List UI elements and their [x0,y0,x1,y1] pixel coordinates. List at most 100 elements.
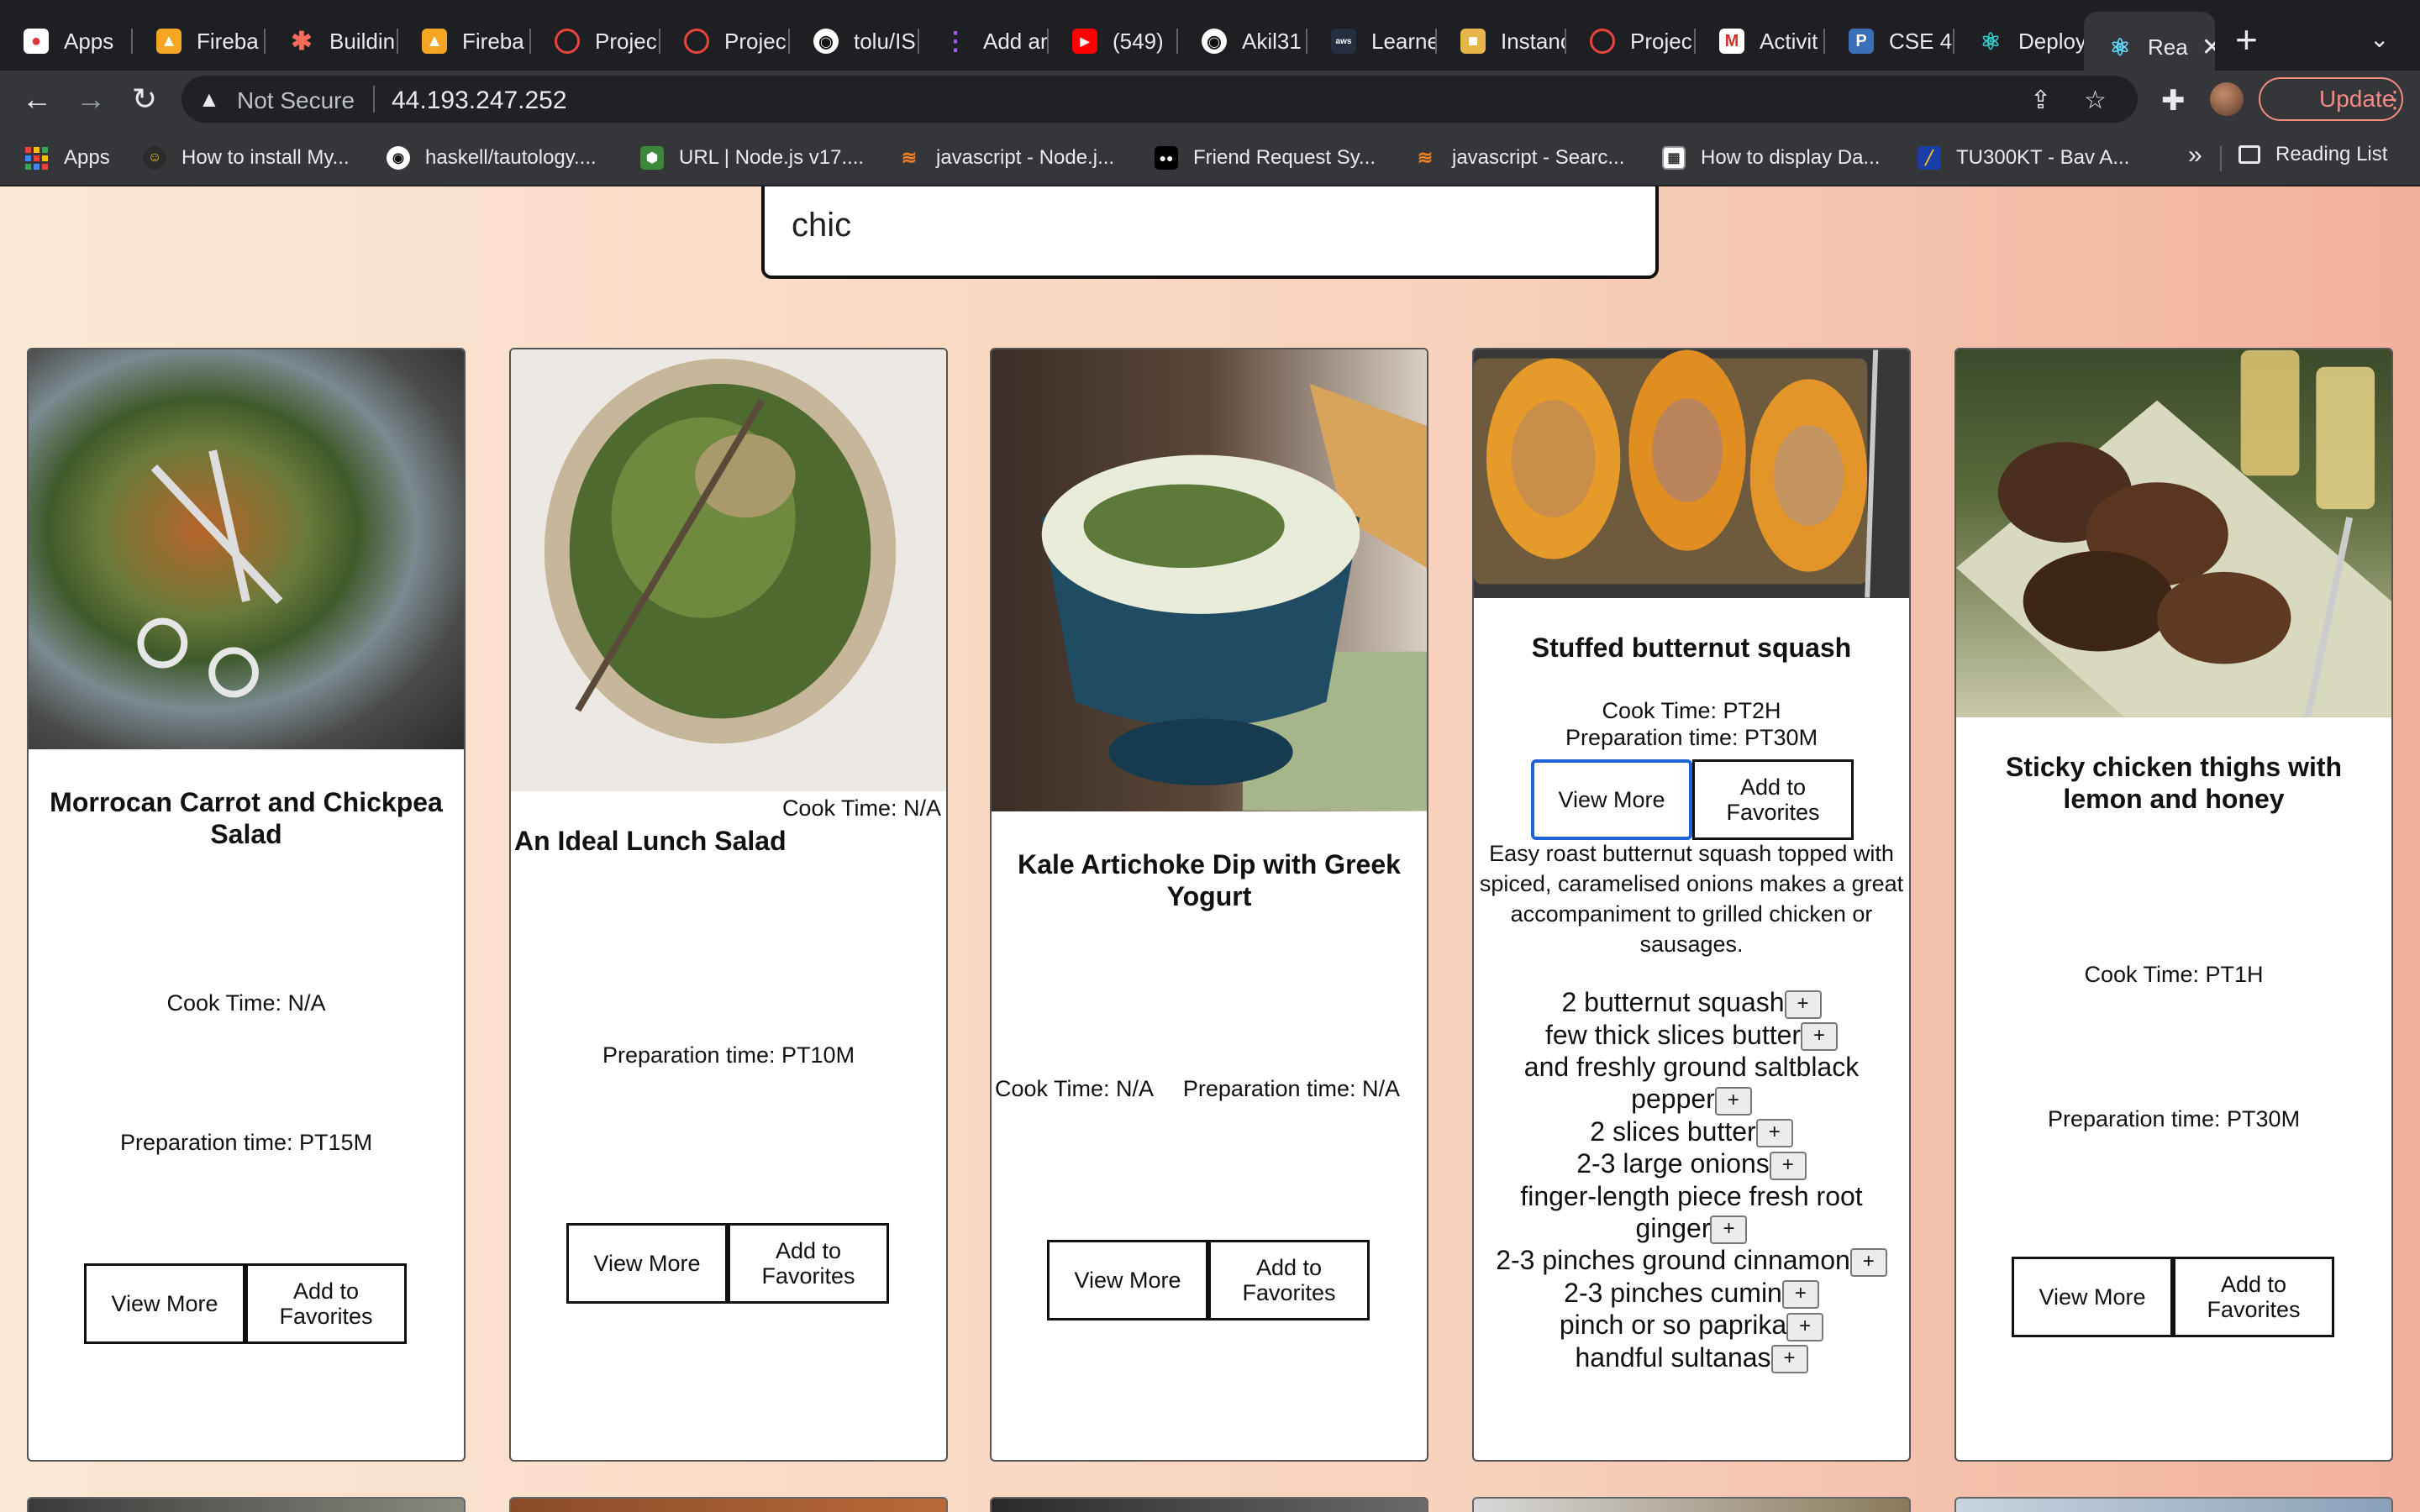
tab-cse[interactable]: P CSE 4 [1825,12,1954,71]
extensions-puzzle-icon[interactable]: ✚ [2161,84,2186,118]
bookmarks-overflow-button[interactable]: » [2188,141,2202,170]
view-more-button[interactable]: View More [84,1263,245,1344]
recipe-card-partial[interactable] [27,1497,466,1512]
recipe-image[interactable] [1474,349,1909,598]
recipe-card: Kale Artichoke Dip with Greek Yogurt Coo… [990,348,1428,1462]
salad-bowl-graphic [544,358,897,744]
tab-firebase[interactable]: ▲ Fireba [133,12,266,71]
stackoverflow-icon: ≋ [901,147,918,168]
url-text[interactable]: 44.193.247.252 [392,87,567,115]
add-ingredient-button[interactable]: + [1786,1312,1824,1341]
ingredient-item: 2-3 pinches cumin + [1474,1277,1909,1310]
add-ingredient-button[interactable]: + [1755,1119,1793,1148]
p-icon: P [1849,29,1874,54]
add-to-favorites-button[interactable]: Add to Favorites [728,1223,889,1304]
recipe-card-partial[interactable] [990,1497,1428,1512]
add-to-favorites-button[interactable]: Add to Favorites [245,1263,407,1344]
tab-project[interactable]: Projec [531,12,660,71]
recipe-card-partial[interactable] [1954,1497,2393,1512]
recipe-card-partial[interactable] [1472,1497,1911,1512]
bookmark-display-data[interactable]: ▦ How to display Da... [1662,143,1880,173]
reload-icon[interactable]: ↻ [124,79,165,119]
recipe-image[interactable] [1956,349,2391,717]
recipe-title: Kale Artichoke Dip with Greek Yogurt [1018,849,1401,911]
tab-github-akil[interactable]: ◉ Akil31 [1178,12,1307,71]
add-ingredient-button[interactable]: + [1770,1345,1808,1374]
recipe-title: An Ideal Lunch Salad [514,826,786,856]
tab-add[interactable]: ⋮ Add ar [919,12,1049,71]
gmail-icon: M [1719,29,1744,54]
view-more-button[interactable]: View More [1047,1240,1208,1320]
bar-icon: ⋮ [943,27,968,55]
project-icon [684,29,709,54]
profile-avatar[interactable] [2210,82,2244,116]
update-button[interactable]: Update ⋮ [2259,77,2407,121]
recipe-title: Sticky chicken thighs with lemon and hon… [2005,752,2343,814]
add-ingredient-button[interactable]: + [1784,990,1822,1019]
tab-building[interactable]: ✱ Buildin [266,12,398,71]
bookmark-apps[interactable]: Apps [25,143,110,173]
ingredient-item: pinch or so paprika + [1474,1309,1909,1341]
recipe-image[interactable] [511,349,946,791]
bookmark-js-node[interactable]: ≋ javascript - Node.j... [897,143,1114,173]
add-to-favorites-button[interactable]: Add to Favorites [1208,1240,1370,1320]
recipe-page: chic Morrocan Carrot and Chickpea Salad … [0,186,2420,1512]
ingredient-item: handful sultanas + [1474,1341,1909,1374]
project-icon [1590,29,1615,54]
bookmark-js-search[interactable]: ≋ javascript - Searc... [1413,143,1625,173]
recipe-title: Stuffed butternut squash [1531,633,1852,663]
tab-project-2[interactable]: Projec [660,12,790,71]
add-ingredient-button[interactable]: + [1781,1280,1819,1310]
chicken-plate-graphic [1956,349,2391,717]
security-status[interactable]: Not Secure [237,87,355,114]
tab-instance[interactable]: ■ Instanc [1437,12,1566,71]
add-ingredient-button[interactable]: + [1849,1247,1887,1277]
tab-search-chevron-icon[interactable]: ⌄ [2370,25,2389,53]
address-bar[interactable]: ▲ Not Secure 44.193.247.252 ⇪ ☆ [182,76,2138,123]
prep-time: Preparation time: PT30M [2047,1106,2301,1131]
bookmark-friend-request[interactable]: ●● Friend Request Sy... [1155,143,1376,173]
bookmark-nodejs-url[interactable]: ⬢ URL | Node.js v17.... [640,143,864,173]
add-to-favorites-button[interactable]: Add to Favorites [1692,759,1854,840]
github-icon: ◉ [1202,29,1227,54]
tab-firebase-2[interactable]: ▲ Fireba [398,12,531,71]
recipe-image[interactable] [992,349,1427,811]
add-ingredient-button[interactable]: + [1801,1022,1839,1052]
reading-list-button[interactable]: Reading List [2238,143,2387,166]
firebase-icon: ▲ [156,29,182,54]
github-icon: ◉ [813,29,839,54]
back-icon[interactable]: ← [17,79,57,119]
ingredient-item: and freshly ground saltblack pepper + [1523,1052,1860,1116]
bookmark-haskell[interactable]: ◉ haskell/tautology.... [387,143,597,173]
ingredient-item: 2 slices butter + [1474,1116,1909,1148]
view-more-button[interactable]: View More [1531,759,1692,840]
recipe-image[interactable] [29,349,464,749]
tab-github-tolu[interactable]: ◉ tolu/IS [790,12,919,71]
tab-youtube[interactable]: ▶ (549) [1049,12,1178,71]
tab-apps[interactable]: ● Apps [0,12,133,71]
add-ingredient-button[interactable]: + [1714,1086,1752,1116]
view-more-button[interactable]: View More [566,1223,728,1304]
add-to-favorites-button[interactable]: Add to Favorites [2173,1257,2334,1337]
tab-project-3[interactable]: Projec [1566,12,1696,71]
add-ingredient-button[interactable]: + [1710,1215,1748,1245]
ingredient-item: finger-length piece fresh root ginger + [1520,1180,1863,1245]
bookmark-tu300kt[interactable]: ╱ TU300KT - Bav A... [1918,143,2129,173]
tab-aws-learner[interactable]: aws Learne [1307,12,1437,71]
bookmark-star-icon[interactable]: ☆ [2084,86,2107,115]
recipe-card-partial[interactable] [509,1497,948,1512]
share-icon[interactable]: ⇪ [2030,86,2051,115]
add-ingredient-button[interactable]: + [1769,1151,1807,1180]
view-more-button[interactable]: View More [2012,1257,2173,1337]
close-tab-icon[interactable]: ✕ [2202,33,2215,62]
tutorial-icon: ☺ [143,146,166,170]
bookmark-install-mysql[interactable]: ☺ How to install My... [143,143,350,173]
tab-gmail[interactable]: M Activit [1696,12,1825,71]
recipe-description: Easy roast butternut squash topped with … [1479,841,1904,957]
browser-toolbar: ← → ↻ ▲ Not Secure 44.193.247.252 ⇪ ☆ ✚ … [0,71,2420,128]
tab-deploy[interactable]: ⚛ Deploy [1954,12,2084,71]
more-menu-icon[interactable]: ⋮ [2383,86,2407,113]
new-tab-button[interactable]: + [2235,18,2258,60]
forward-icon[interactable]: → [71,79,111,119]
recipe-search-input[interactable]: chic [761,186,1659,279]
